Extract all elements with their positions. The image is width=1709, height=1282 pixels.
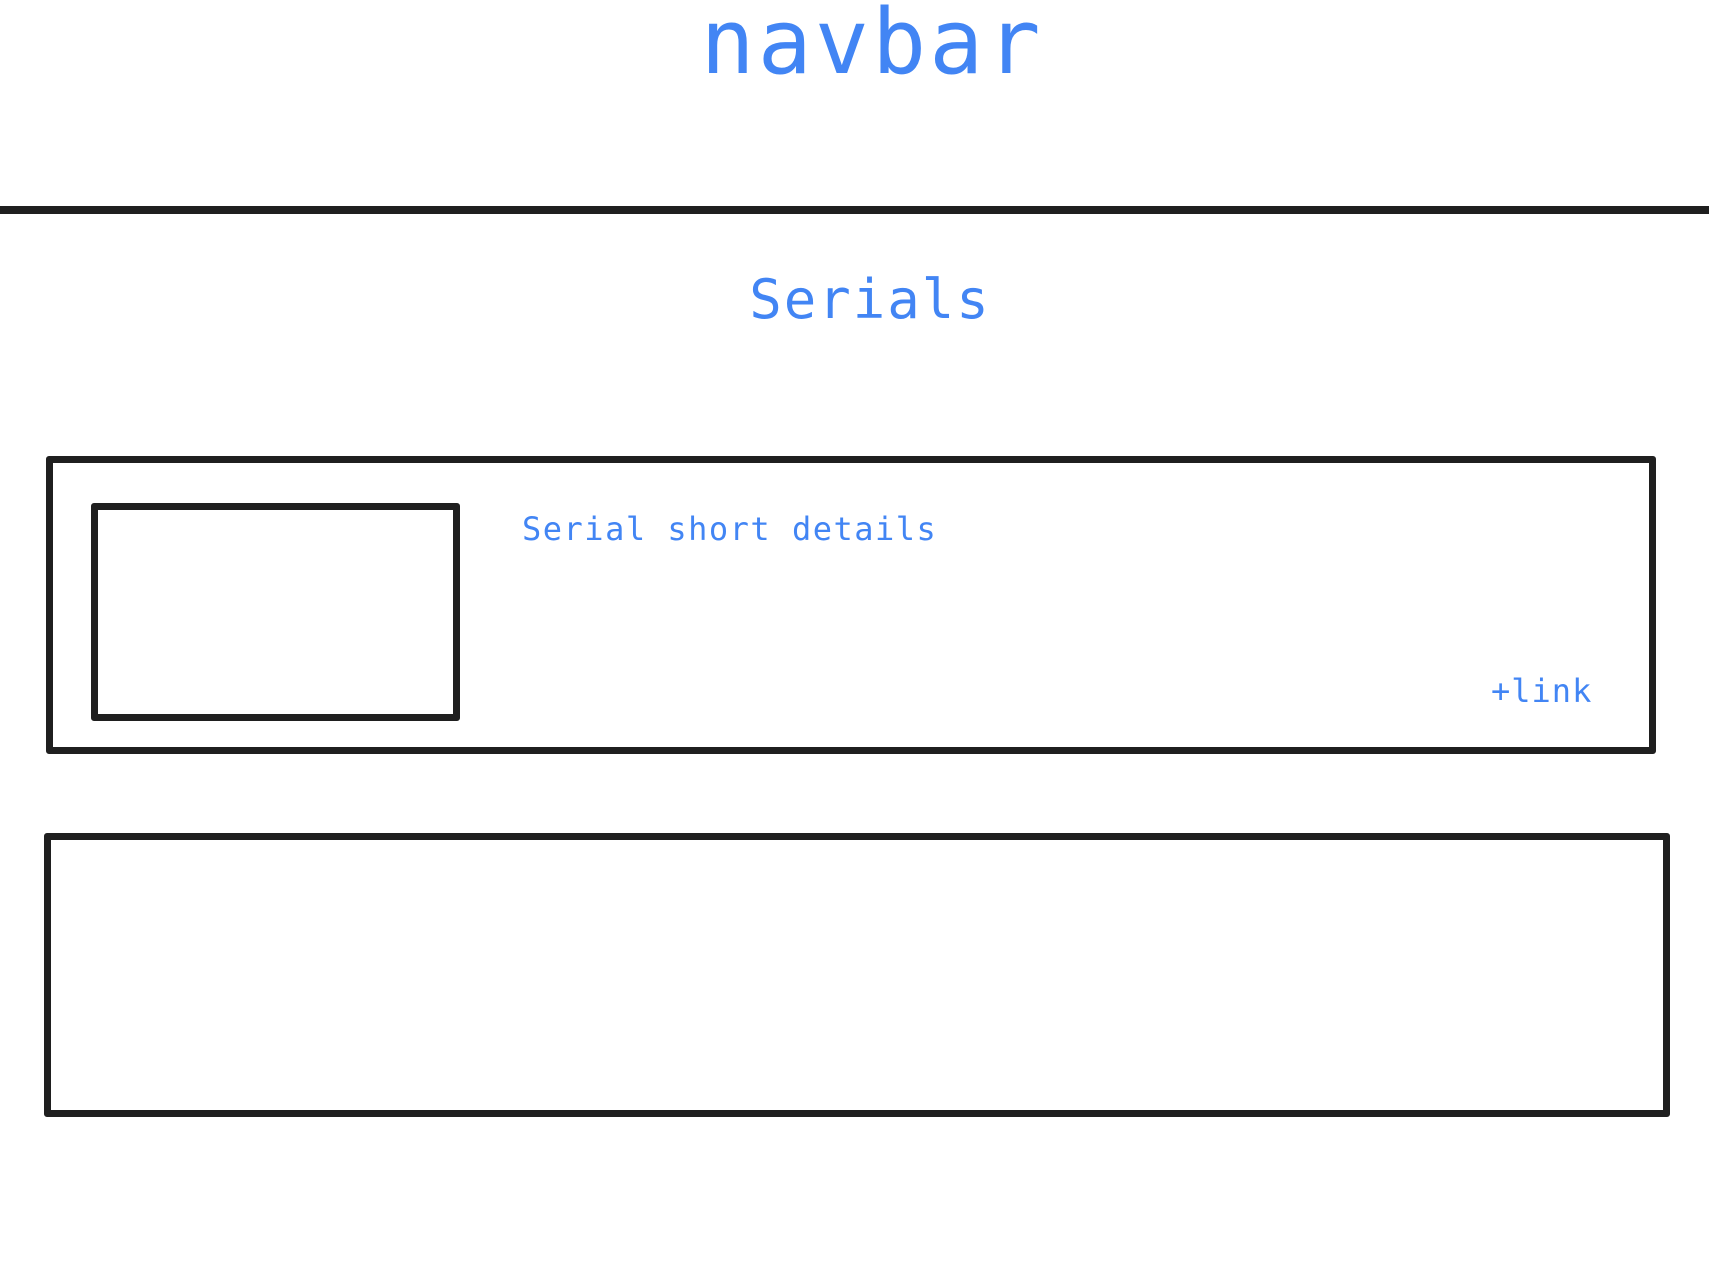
serial-card: Serial short details +link [46, 456, 1656, 754]
navbar-divider [0, 206, 1709, 214]
serial-card [44, 833, 1670, 1117]
page-title: Serials [749, 268, 991, 331]
serial-link[interactable]: +link [1491, 671, 1592, 711]
serial-details: Serial short details [522, 510, 938, 548]
navbar: navbar [700, 0, 1044, 95]
serial-thumbnail [91, 503, 460, 721]
